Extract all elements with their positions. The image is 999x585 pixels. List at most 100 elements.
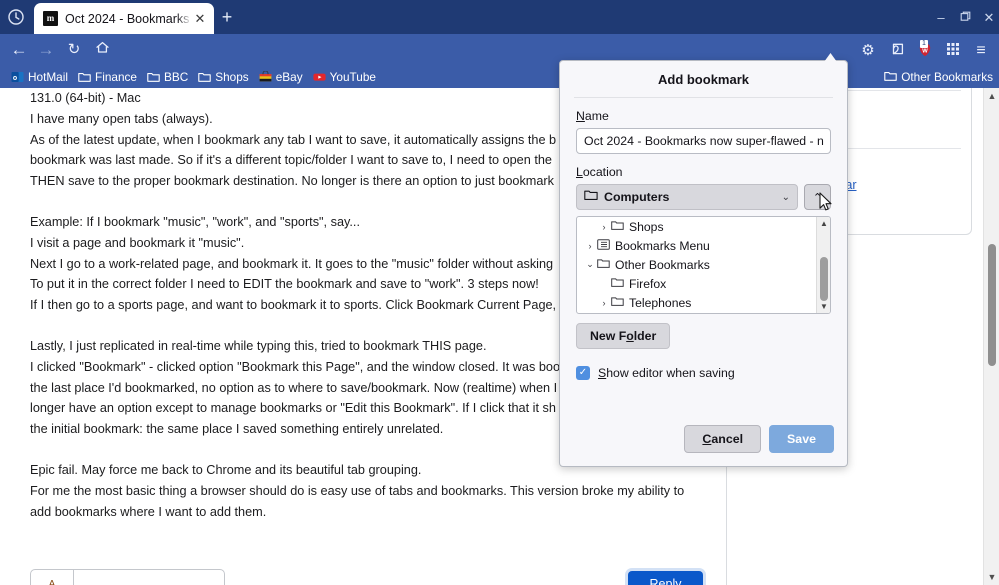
name-field-label: Name <box>576 109 831 123</box>
editor-font-button[interactable]: A <box>31 570 74 585</box>
window-maximize-button[interactable] <box>957 10 973 26</box>
folder-icon <box>147 71 160 83</box>
tree-item-other-bookmarks[interactable]: ⌄ Other Bookmarks <box>577 255 816 274</box>
browser-tab-active[interactable]: m Oct 2024 - Bookmarks ✕ <box>34 3 214 34</box>
window-minimize-button[interactable]: – <box>933 10 949 26</box>
bookmark-item-youtube[interactable]: YouTube <box>308 69 381 85</box>
chevron-down-icon[interactable]: ⌄ <box>583 259 597 270</box>
title-bar: m Oct 2024 - Bookmarks ✕ + – ✕ <box>0 0 999 34</box>
page-content: 131.0 (64-bit) - Mac I have many open ta… <box>0 88 999 585</box>
dialog-button-row: Cancel Save <box>684 425 834 453</box>
show-editor-checkbox-row[interactable]: ✓ Show editor when saving <box>576 366 831 380</box>
reply-button[interactable]: Reply <box>628 571 703 585</box>
folder-tree-scrollbar[interactable]: ▲ ▼ <box>816 217 830 313</box>
bookmark-item-ebay[interactable]: eBay <box>254 69 308 85</box>
tree-item-bookmarks-menu[interactable]: › Bookmarks Menu <box>577 236 816 255</box>
name-label-rest: ame <box>585 109 609 123</box>
bookmarks-menu-icon <box>597 239 610 253</box>
folder-tree[interactable]: › Shops › Bookmarks Menu ⌄ <box>576 216 831 314</box>
apps-grid-icon[interactable] <box>943 41 963 61</box>
post-line: For me the most basic thing a browser sh… <box>30 481 720 502</box>
chevron-down-icon: ⌄ <box>782 192 790 203</box>
tree-item-label: Bookmarks Menu <box>615 239 710 253</box>
save-button[interactable]: Save <box>769 425 834 453</box>
svg-text:w: w <box>921 47 928 54</box>
back-icon[interactable]: ← <box>9 40 29 60</box>
bookmark-label: HotMail <box>28 70 68 84</box>
tree-item-telephones[interactable]: › Telephones <box>577 293 816 312</box>
tree-item-label: Firefox <box>629 277 666 291</box>
location-label-rest: ocation <box>583 165 623 179</box>
scroll-down-icon[interactable]: ▼ <box>984 569 999 585</box>
bookmark-item-hotmail[interactable]: o HotMail <box>6 69 73 85</box>
hamburger-menu-icon[interactable]: ≡ <box>971 41 991 61</box>
scroll-up-icon[interactable]: ▲ <box>984 88 999 104</box>
location-row: Computers ⌄ ⌃ <box>576 184 831 210</box>
name-accel-key: N <box>576 109 585 123</box>
scroll-down-icon[interactable]: ▼ <box>817 300 831 313</box>
mouse-cursor <box>819 192 833 212</box>
tree-item-label: Telephones <box>629 296 691 310</box>
navigation-toolbar: ← → ↻ https://connect.mozilla.org/t5/dis… <box>0 34 999 66</box>
bookmark-label: BBC <box>164 70 188 84</box>
tree-item-firefox[interactable]: Firefox <box>577 274 816 293</box>
chevron-right-icon[interactable]: › <box>583 241 597 251</box>
chevron-right-icon[interactable]: › <box>597 298 611 308</box>
tree-item-electronics[interactable]: Electronics <box>577 312 816 314</box>
location-dropdown[interactable]: Computers ⌄ <box>576 184 798 210</box>
other-bookmarks-label: Other Bookmarks <box>901 70 993 84</box>
add-bookmark-dialog: Add bookmark Name Oct 2024 - Bookmarks n… <box>559 60 848 467</box>
folder-icon <box>611 296 624 310</box>
bookmarks-toolbar: o HotMail Finance BBC Shops <box>0 66 999 88</box>
close-icon[interactable]: ✕ <box>192 11 208 27</box>
scrollbar-thumb[interactable] <box>820 257 828 301</box>
location-accel-key: L <box>576 165 583 179</box>
tab-favicon-mozilla: m <box>43 11 58 26</box>
youtube-icon <box>313 71 326 83</box>
dialog-title: Add bookmark <box>560 61 847 97</box>
checkbox-label-rest: how editor when saving <box>606 366 735 380</box>
pocket-icon[interactable] <box>888 41 908 61</box>
scroll-up-icon[interactable]: ▲ <box>817 217 831 230</box>
outlook-icon: o <box>11 71 24 83</box>
cancel-label-rest: ancel <box>711 432 743 446</box>
location-field-label: Location <box>576 165 831 179</box>
bookmark-label: Shops <box>215 70 248 84</box>
svg-text:o: o <box>13 75 17 82</box>
other-bookmarks-button[interactable]: Other Bookmarks <box>884 70 993 85</box>
gear-icon[interactable]: ⚙ <box>858 41 878 61</box>
checkbox-checked-icon[interactable]: ✓ <box>576 366 590 380</box>
bookmark-label: Finance <box>95 70 137 84</box>
new-tab-button[interactable]: + <box>216 8 238 28</box>
tree-item-label: Shops <box>629 220 664 234</box>
bookmark-item-shops[interactable]: Shops <box>193 69 253 85</box>
folder-icon <box>78 71 91 83</box>
ebay-icon <box>259 71 272 83</box>
chevron-right-icon[interactable]: › <box>597 222 611 232</box>
page-scrollbar[interactable]: ▲ ▼ <box>983 88 999 585</box>
bookmark-label: eBay <box>276 70 303 84</box>
folder-icon <box>597 258 610 272</box>
folder-icon <box>584 188 598 206</box>
tree-item-shops[interactable]: › Shops <box>577 217 816 236</box>
clock-icon[interactable] <box>7 8 25 26</box>
extension-badge: 1 <box>920 40 928 48</box>
folder-icon <box>611 277 624 291</box>
new-folder-suffix: lder <box>634 329 657 343</box>
folder-tree-rows: › Shops › Bookmarks Menu ⌄ <box>577 217 816 314</box>
bookmark-item-finance[interactable]: Finance <box>73 69 142 85</box>
reply-editor-toolbar[interactable]: A <box>30 569 225 585</box>
window-close-button[interactable]: ✕ <box>981 10 997 26</box>
bookmark-item-bbc[interactable]: BBC <box>142 69 193 85</box>
scrollbar-thumb[interactable] <box>988 244 996 366</box>
new-folder-prefix: New F <box>590 329 626 343</box>
new-folder-button[interactable]: New Folder <box>576 323 670 349</box>
checkbox-accel-key: S <box>598 366 606 380</box>
forward-icon[interactable]: → <box>36 40 56 60</box>
bookmark-name-input[interactable]: Oct 2024 - Bookmarks now super-flawed - … <box>576 128 831 154</box>
cancel-button[interactable]: Cancel <box>684 425 761 453</box>
home-icon[interactable] <box>92 40 112 60</box>
dialog-body: Name Oct 2024 - Bookmarks now super-flaw… <box>560 98 847 380</box>
reload-icon[interactable]: ↻ <box>64 40 84 60</box>
folder-icon <box>198 71 211 83</box>
